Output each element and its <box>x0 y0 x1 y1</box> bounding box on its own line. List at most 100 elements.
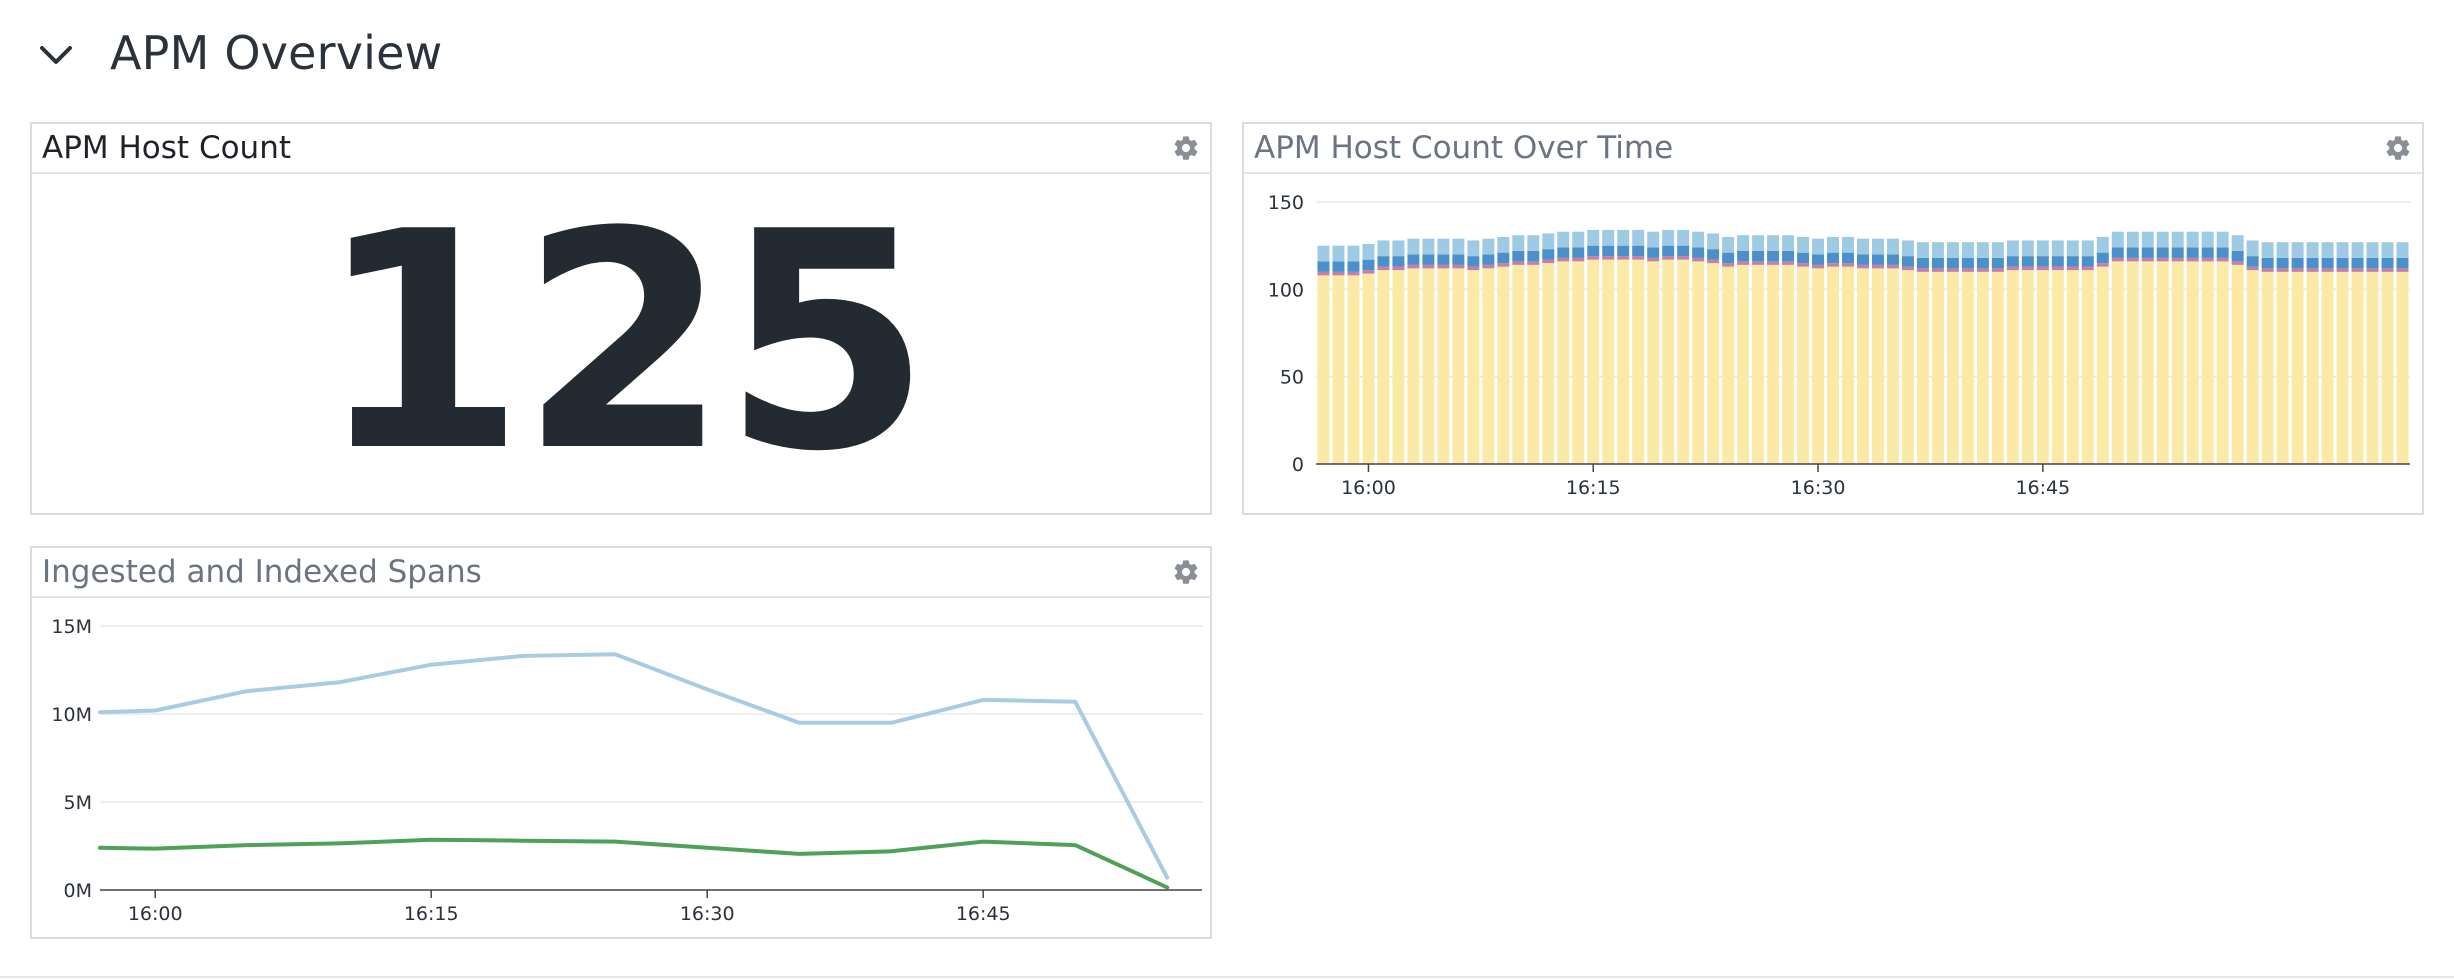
bar-segment <box>1857 238 1869 255</box>
bar-segment <box>1572 231 1585 248</box>
x-tick-label: 16:15 <box>1566 477 1621 499</box>
y-tick-label: 150 <box>1268 192 1304 214</box>
bar-segment <box>1632 229 1645 246</box>
gear-icon[interactable] <box>1172 558 1200 586</box>
bar-segment <box>1931 257 1944 269</box>
bar-segment <box>1497 252 1510 264</box>
bar-segment <box>1827 263 1840 267</box>
gear-icon[interactable] <box>2384 134 2412 162</box>
bar-segment <box>2246 270 2259 464</box>
bar-segment <box>1482 254 1495 265</box>
chevron-down-icon[interactable] <box>36 36 76 76</box>
bar-segment <box>2306 242 2319 258</box>
bar-segment <box>2336 268 2349 272</box>
bar-segment <box>1707 263 1720 464</box>
bar-segment <box>1647 231 1660 248</box>
host-count-over-time-widget: APM Host Count Over Time 0 50 100 150 16:00 1… <box>1242 122 2424 515</box>
bar-segment <box>2216 231 2229 248</box>
bar-segment <box>1647 261 1660 464</box>
bar-segment <box>1707 233 1720 250</box>
bar-segment <box>2066 256 2079 267</box>
bar-segment <box>1602 229 1615 246</box>
bar-segment <box>1377 266 1390 271</box>
bar-segment <box>1961 271 1974 464</box>
bar-segment <box>1946 271 1959 464</box>
bar-segment <box>1931 271 1944 464</box>
y-tick-label: 0 <box>1292 454 1304 476</box>
bar-segment <box>2066 270 2079 464</box>
bar-segment <box>1827 236 1840 253</box>
bar-segment <box>2096 263 2109 267</box>
bar-segment <box>1362 243 1375 260</box>
bar-segment <box>2186 257 2199 262</box>
bar-segment <box>2366 257 2379 269</box>
bar-segment <box>1857 268 1869 464</box>
gear-icon[interactable] <box>1172 134 1200 162</box>
bar-segment <box>2141 261 2154 464</box>
bar-segment <box>2006 240 2019 257</box>
bar-segment <box>1916 268 1929 272</box>
bar-segment <box>1452 264 1465 269</box>
bar-segment <box>1916 257 1929 269</box>
bar-segment <box>2096 252 2109 264</box>
widget-header: Ingested and Indexed Spans <box>32 548 1210 598</box>
bar-segment <box>2021 270 2034 464</box>
section-header: APM Overview <box>0 0 2454 110</box>
bar-segment <box>2006 256 2019 267</box>
bar-segment <box>1752 250 1765 262</box>
bar-segment <box>1946 242 1959 258</box>
bar-segment <box>1722 263 1735 267</box>
bar-segment <box>1916 242 1929 258</box>
bar-segment <box>1572 261 1585 464</box>
bar-segment <box>1392 266 1405 271</box>
bar-segment <box>1512 264 1525 464</box>
bar-segment <box>1632 256 1645 260</box>
bar-segment <box>2021 266 2034 271</box>
bar-segment <box>1407 268 1420 464</box>
bar-segment <box>2216 257 2229 262</box>
bar-segment <box>2381 268 2394 272</box>
bar-segment <box>1722 252 1735 264</box>
bar-segment <box>1662 256 1675 260</box>
bar-segment <box>1842 263 1855 267</box>
bar-segment <box>2366 242 2379 258</box>
bar-segment <box>2321 257 2334 269</box>
bar-segment <box>1617 245 1630 257</box>
bar-segment <box>1407 238 1420 255</box>
bar-segment <box>2171 247 2184 258</box>
bar-segment <box>1512 250 1525 262</box>
bar-segment <box>1497 263 1510 267</box>
bar-segment <box>1332 271 1345 276</box>
y-tick-label: 100 <box>1268 279 1304 301</box>
bar-segment <box>1976 257 1989 269</box>
bar-segment <box>1782 250 1795 262</box>
bar-segment <box>1707 259 1720 264</box>
bar-segment <box>1857 264 1869 269</box>
x-tick-label: 16:30 <box>1791 477 1846 499</box>
bar-segment <box>2141 247 2154 258</box>
bar-segment <box>1527 264 1540 464</box>
bar-segment <box>1976 268 1989 272</box>
x-tick-label: 16:30 <box>680 903 735 925</box>
bar-segment <box>2126 247 2139 258</box>
bar-segment <box>1946 268 1959 272</box>
bar-segment <box>2036 266 2049 271</box>
bar-segment <box>2261 271 2274 464</box>
bar-segment <box>1467 270 1480 464</box>
bar-segment <box>2111 247 2124 258</box>
bar-segment <box>1557 261 1570 464</box>
bar-segment <box>2396 268 2409 272</box>
bar-segment <box>1617 259 1630 464</box>
bar-segment <box>2336 257 2349 269</box>
bar-segment <box>1482 268 1495 464</box>
bar-segment <box>1557 257 1570 262</box>
bar-segment <box>1692 247 1705 258</box>
bar-segment <box>2291 268 2304 272</box>
bar-segment <box>2096 266 2109 464</box>
bar-segment <box>1677 259 1690 464</box>
section-divider <box>0 976 2454 978</box>
bar-segment <box>2246 266 2259 271</box>
bar-segment <box>1961 257 1974 269</box>
bar-segment <box>1587 256 1600 260</box>
bar-segment <box>1317 261 1330 272</box>
